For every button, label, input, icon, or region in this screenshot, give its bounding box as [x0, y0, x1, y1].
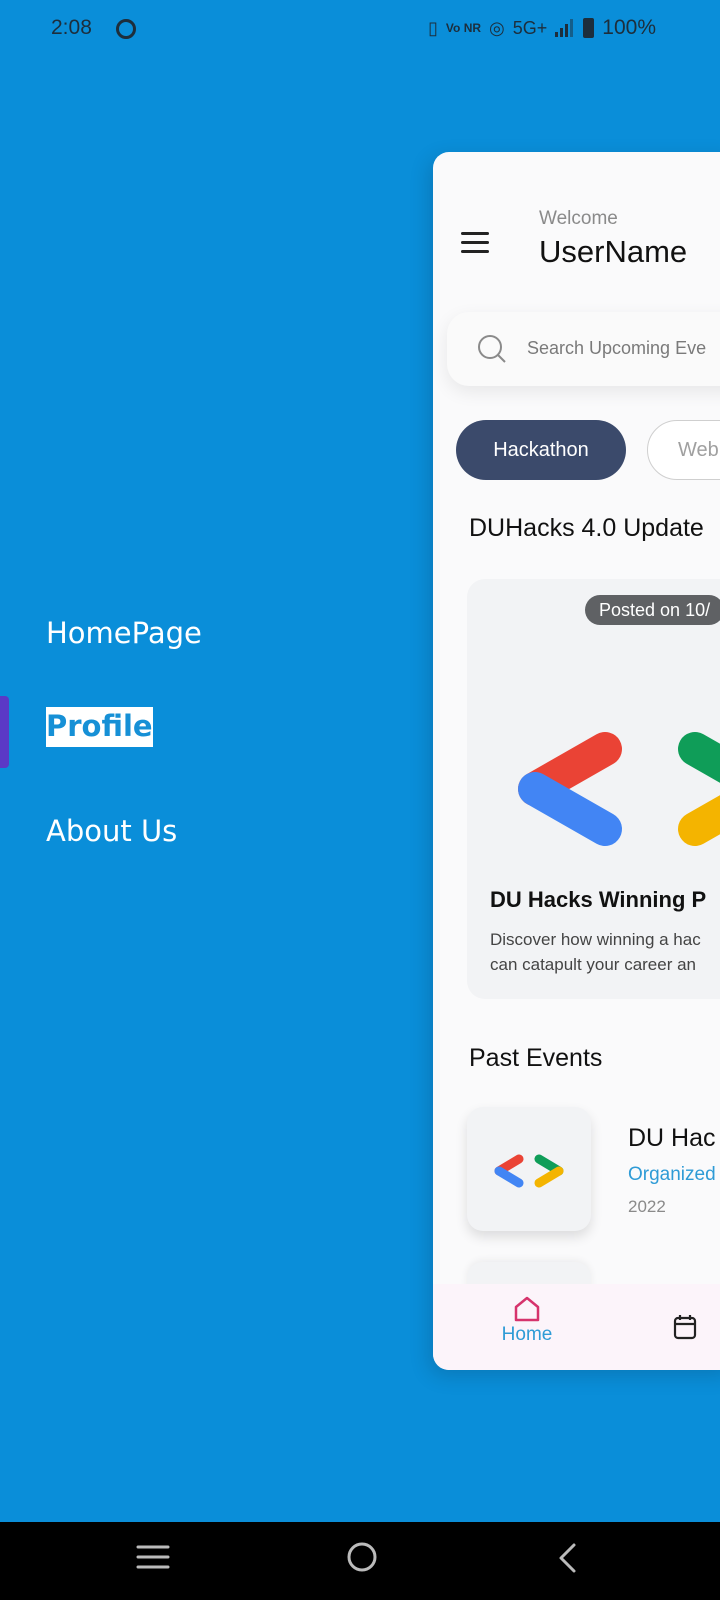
drawer-selected-indicator [0, 696, 9, 768]
signal-icon [555, 19, 574, 37]
nav-home[interactable]: Home [495, 1296, 559, 1346]
main-screen-card[interactable]: Welcome UserName Search Upcoming Eve Hac… [433, 152, 720, 1370]
battery-icon [583, 18, 595, 38]
menu-icon[interactable] [461, 232, 489, 254]
search-input[interactable]: Search Upcoming Eve [527, 338, 706, 359]
description-line: Discover how winning a hac [490, 930, 701, 949]
event-year: 2022 [628, 1197, 666, 1216]
gdg-logo-icon [494, 1154, 564, 1188]
hotspot-icon: ◎ [489, 17, 505, 38]
vibrate-icon: ▯ [428, 17, 438, 38]
home-icon [514, 1296, 540, 1322]
status-time: 2:08 [51, 16, 92, 39]
calendar-icon[interactable] [673, 1314, 697, 1340]
event-organizer: Organized [628, 1164, 716, 1185]
home-button-icon[interactable] [345, 1540, 379, 1574]
volte-label: Vo NR [445, 21, 482, 35]
chip-web[interactable]: Web [647, 420, 720, 480]
updates-section-title: DUHacks 4.0 Update [469, 514, 704, 542]
status-indicators: ▯ Vo NR ◎ 5G+ 100% [428, 16, 656, 40]
event-title[interactable]: DU Hac [628, 1124, 716, 1153]
gdg-logo-icon [518, 732, 720, 846]
chip-hackathon[interactable]: Hackathon [456, 420, 626, 480]
description-line: can catapult your career an [490, 955, 697, 974]
event-thumbnail[interactable] [467, 1107, 591, 1231]
username-title: UserName [539, 234, 688, 269]
system-nav-bar [0, 1522, 720, 1600]
update-card-title: DU Hacks Winning P [490, 887, 707, 912]
drawer-item-about-us[interactable]: About Us [46, 814, 177, 848]
welcome-label: Welcome [539, 208, 618, 229]
drawer-item-profile[interactable]: Profile [46, 707, 153, 747]
search-bar[interactable]: Search Upcoming Eve [447, 312, 720, 386]
update-card-description: Discover how winning a hac can catapult … [490, 927, 720, 977]
back-icon[interactable] [556, 1542, 580, 1574]
network-label: 5G+ [512, 17, 548, 38]
notification-icon [116, 19, 136, 39]
past-events-title: Past Events [469, 1044, 603, 1072]
drawer-item-homepage[interactable]: HomePage [46, 616, 202, 650]
nav-home-label: Home [501, 1324, 553, 1345]
bottom-nav: Home [433, 1284, 720, 1370]
status-bar: 2:08 ▯ Vo NR ◎ 5G+ 100% [0, 0, 720, 60]
battery-percent: 100% [602, 16, 656, 39]
recent-apps-icon[interactable] [136, 1542, 170, 1572]
posted-date-badge: Posted on 10/ [585, 595, 720, 625]
search-icon [478, 335, 506, 363]
update-card[interactable]: Posted on 10/ DU Hacks Winning P Discove… [467, 579, 720, 999]
